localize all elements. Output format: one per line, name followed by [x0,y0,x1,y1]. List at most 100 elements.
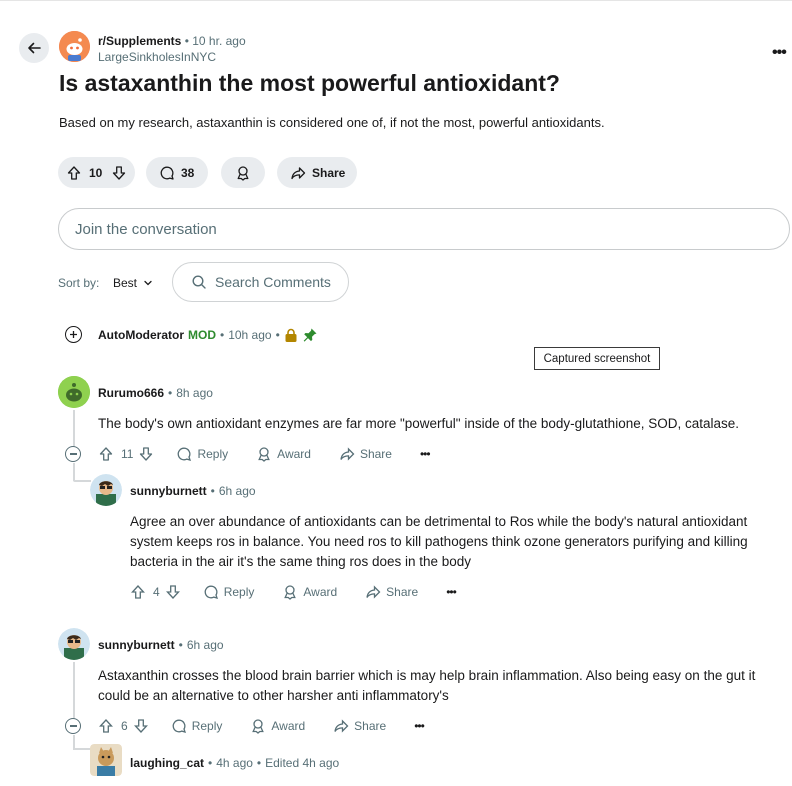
search-icon [192,275,206,289]
comment-time: 8h ago [176,386,213,400]
comment-author[interactable]: AutoModerator [98,328,184,342]
comment-time: 4h ago [216,756,253,770]
more-icon[interactable]: ••• [446,585,457,599]
upvote-button[interactable] [130,584,146,600]
comment-time: 6h ago [218,484,256,498]
minus-circle-icon [69,725,77,727]
award-icon [284,585,297,600]
comment-line: Astaxanthin crosses the blood brain barr… [98,668,756,683]
share-button[interactable]: Share [365,584,418,600]
more-icon: ••• [772,44,787,61]
post-author[interactable]: LargeSinkholesInNYC [98,50,216,64]
reply-button[interactable]: Reply [176,446,228,462]
join-placeholder: Join the conversation [75,220,217,238]
back-arrow-icon [28,42,41,54]
thread-line[interactable] [73,463,75,481]
more-icon[interactable]: ••• [420,447,431,461]
join-conversation-input[interactable]: Join the conversation [58,208,790,250]
share-button[interactable]: Share [277,157,357,188]
sort-dropdown[interactable]: Best [113,276,153,290]
minus-circle-icon [69,453,77,455]
captured-screenshot-tooltip: Captured screenshot [534,347,660,370]
subreddit-link[interactable]: r/Supplements [98,34,181,48]
share-icon [340,447,355,461]
reply-label: Reply [223,585,255,599]
share-button[interactable]: Share [333,718,386,734]
share-icon [290,165,306,181]
award-button[interactable]: Award [256,446,311,462]
downvote-button[interactable] [138,446,154,462]
post-time: 10 hr. ago [192,34,246,48]
upvote-button[interactable] [98,446,114,462]
more-options-button[interactable]: ••• [772,44,787,62]
upvote-icon[interactable] [66,165,82,181]
share-button[interactable]: Share [339,446,392,462]
comment-meta: sunnyburnett • 6h ago [130,484,256,498]
downvote-button[interactable] [133,718,149,734]
upvote-icon [99,719,113,733]
reply-button[interactable]: Reply [171,718,222,734]
search-comments-input[interactable]: Search Comments [172,262,349,302]
comment-author[interactable]: sunnyburnett [98,638,175,652]
more-icon[interactable]: ••• [414,719,425,733]
comment-icon [172,719,186,733]
thread-line[interactable] [73,410,75,446]
avatar[interactable] [58,628,90,660]
reply-label: Reply [197,447,229,461]
share-label: Share [359,447,392,461]
chevron-down-icon [144,280,152,286]
collapse-thread-button[interactable] [65,446,81,462]
award-button[interactable] [221,157,265,188]
comments-button[interactable]: 38 [146,157,208,188]
comment-time: 10h ago [228,328,272,342]
share-label: Share [312,165,346,180]
reply-button[interactable]: Reply [203,584,255,600]
automod-meta: AutoModerator MOD • 10h ago • [98,327,318,343]
comment-line: could be an alternative to other harsher… [98,688,449,703]
award-icon [252,719,265,734]
award-label: Award [303,585,338,599]
sort-value: Best [113,276,138,290]
avatar[interactable] [90,474,122,506]
share-icon [366,585,381,599]
comment-line: bacteria in the air it's the same thing … [130,554,472,569]
comment-icon [159,165,175,181]
award-button[interactable]: Award [250,718,305,734]
post-body: Based on my research, astaxanthin is con… [59,115,605,130]
downvote-icon [133,719,148,733]
comment-text: Astaxanthin crosses the blood brain barr… [98,666,755,706]
comment-author[interactable]: sunnyburnett [130,484,207,498]
thread-branch [73,748,91,750]
upvote-icon [99,447,113,461]
thread-line[interactable] [73,662,75,718]
downvote-icon[interactable] [111,165,127,181]
share-label: Share [354,719,387,733]
award-label: Award [277,447,311,461]
comment-line: Agree an over abundance of antioxidants … [130,514,748,529]
upvote-button[interactable] [98,718,114,734]
downvote-button[interactable] [165,584,181,600]
edited-label: Edited 4h ago [265,756,340,770]
collapse-thread-button[interactable] [65,718,81,734]
expand-comment-button[interactable] [65,326,82,343]
sort-label: Sort by: [58,276,100,290]
downvote-icon [165,585,180,599]
comment-author[interactable]: Rurumo666 [98,386,164,400]
comment-meta: sunnyburnett • 6h ago [98,638,224,652]
comment-actions: 11 Reply Award Share ••• [98,445,431,463]
thread-branch [73,480,91,482]
comment-author[interactable]: laughing_cat [130,756,204,770]
back-button[interactable] [19,33,49,63]
avatar[interactable] [90,744,122,776]
search-comments-placeholder: Search Comments [215,274,331,290]
share-label: Share [386,585,419,599]
thread-line[interactable] [73,735,75,749]
award-button[interactable]: Award [282,584,337,600]
post-vote-count: 10 [89,165,103,180]
avatar[interactable] [58,376,90,408]
comment-actions: 4 Reply Award Share ••• [130,583,457,601]
downvote-icon [140,447,153,461]
subreddit-avatar[interactable] [59,31,90,62]
vote-count: 6 [121,719,128,733]
vote-count: 4 [153,585,160,599]
